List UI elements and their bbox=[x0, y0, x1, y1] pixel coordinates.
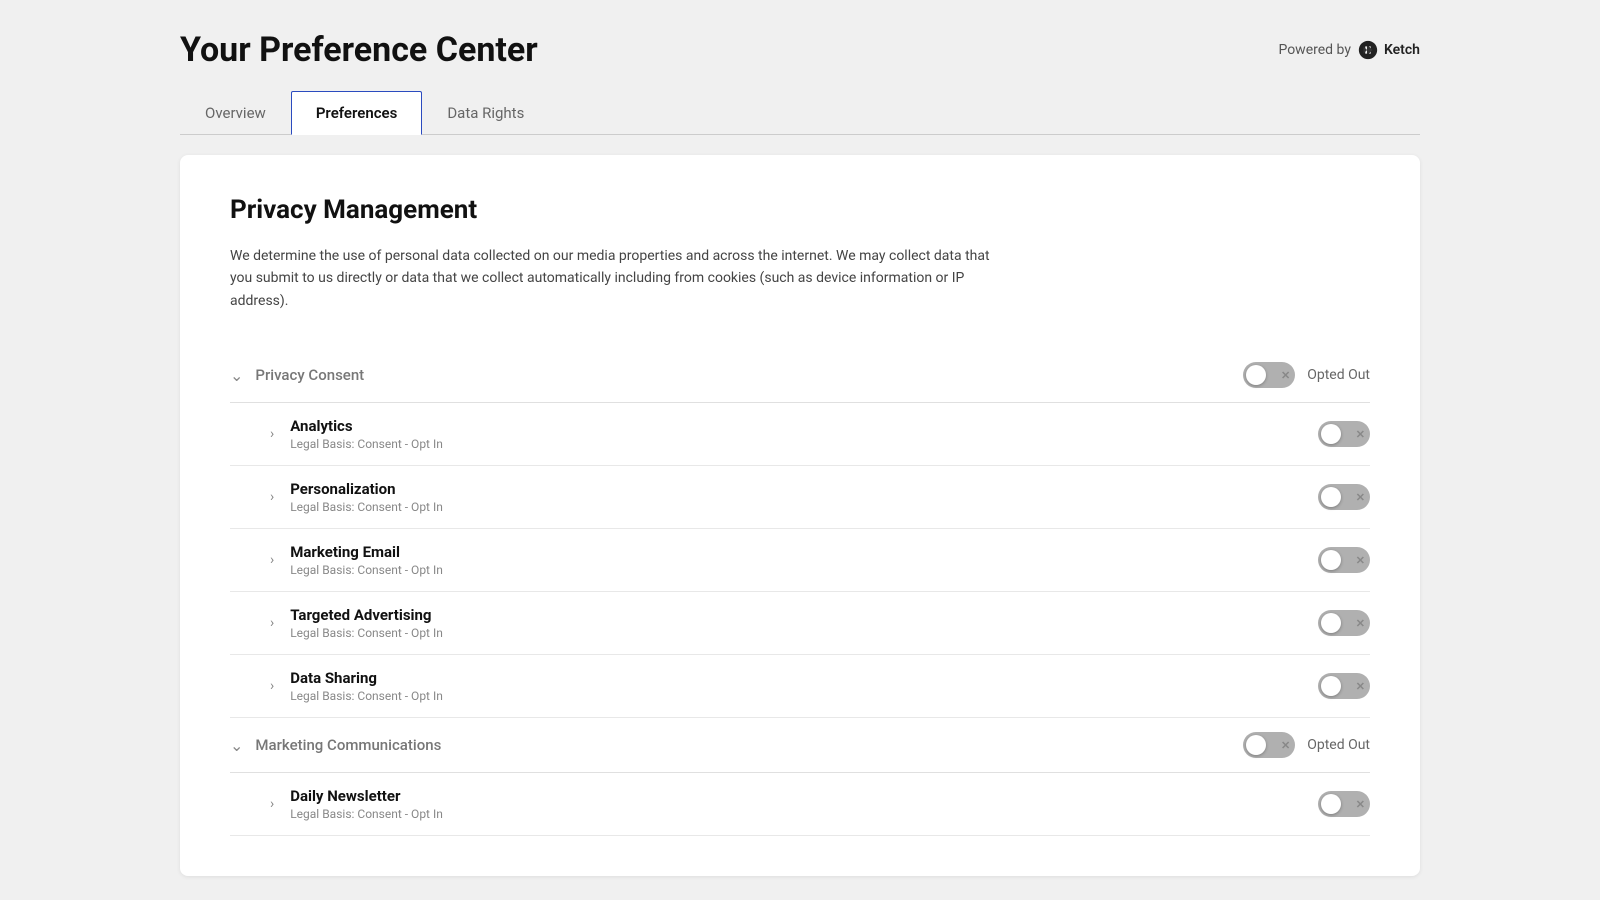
category-name-marketing-communications: Marketing Communications bbox=[255, 736, 441, 754]
chevron-right-icon[interactable]: › bbox=[270, 552, 274, 568]
item-subtitle-daily-newsletter: Legal Basis: Consent - Opt In bbox=[290, 807, 443, 821]
chevron-right-icon[interactable]: › bbox=[270, 678, 274, 694]
item-info: Personalization Legal Basis: Consent - O… bbox=[290, 480, 443, 514]
item-left: › Personalization Legal Basis: Consent -… bbox=[270, 480, 443, 514]
category-name-privacy-consent: Privacy Consent bbox=[255, 366, 364, 384]
toggle-track: ✕ bbox=[1318, 673, 1370, 699]
toggle-targeted-advertising[interactable]: ✕ bbox=[1318, 610, 1370, 636]
category-left: ⌄ Privacy Consent bbox=[230, 366, 364, 385]
item-subtitle-personalization: Legal Basis: Consent - Opt In bbox=[290, 500, 443, 514]
category-left: ⌄ Marketing Communications bbox=[230, 736, 441, 755]
content-card: Privacy Management We determine the use … bbox=[180, 155, 1420, 876]
toggle-thumb bbox=[1321, 676, 1341, 696]
item-name-targeted-advertising: Targeted Advertising bbox=[290, 606, 443, 624]
item-daily-newsletter: › Daily Newsletter Legal Basis: Consent … bbox=[230, 773, 1370, 836]
item-left: › Marketing Email Legal Basis: Consent -… bbox=[270, 543, 443, 577]
item-info: Marketing Email Legal Basis: Consent - O… bbox=[290, 543, 443, 577]
page-title: Your Preference Center bbox=[180, 30, 538, 70]
toggle-x-icon: ✕ bbox=[1356, 429, 1365, 440]
powered-by: Powered by Ketch bbox=[1278, 39, 1420, 61]
toggle-track: ✕ bbox=[1318, 547, 1370, 573]
item-subtitle-data-sharing: Legal Basis: Consent - Opt In bbox=[290, 689, 443, 703]
item-subtitle-analytics: Legal Basis: Consent - Opt In bbox=[290, 437, 443, 451]
toggle-x-icon: ✕ bbox=[1281, 370, 1290, 381]
item-name-daily-newsletter: Daily Newsletter bbox=[290, 787, 443, 805]
toggle-analytics[interactable]: ✕ bbox=[1318, 421, 1370, 447]
item-personalization: › Personalization Legal Basis: Consent -… bbox=[230, 466, 1370, 529]
chevron-right-icon[interactable]: › bbox=[270, 489, 274, 505]
toggle-marketing-communications[interactable]: ✕ bbox=[1243, 732, 1295, 758]
section-title: Privacy Management bbox=[230, 195, 1370, 225]
toggle-daily-newsletter[interactable]: ✕ bbox=[1318, 791, 1370, 817]
chevron-right-icon[interactable]: › bbox=[270, 796, 274, 812]
toggle-x-icon: ✕ bbox=[1356, 492, 1365, 503]
toggle-thumb bbox=[1321, 424, 1341, 444]
item-info: Data Sharing Legal Basis: Consent - Opt … bbox=[290, 669, 443, 703]
toggle-x-icon: ✕ bbox=[1281, 740, 1290, 751]
toggle-x-icon: ✕ bbox=[1356, 681, 1365, 692]
item-info: Analytics Legal Basis: Consent - Opt In bbox=[290, 417, 443, 451]
powered-by-text: Powered by bbox=[1278, 42, 1351, 58]
toggle-thumb bbox=[1246, 735, 1266, 755]
item-left: › Daily Newsletter Legal Basis: Consent … bbox=[270, 787, 443, 821]
opted-out-marketing-communications: Opted Out bbox=[1307, 737, 1370, 753]
ketch-logo: Ketch bbox=[1357, 39, 1420, 61]
item-marketing-email: › Marketing Email Legal Basis: Consent -… bbox=[230, 529, 1370, 592]
toggle-track: ✕ bbox=[1318, 791, 1370, 817]
toggle-marketing-email[interactable]: ✕ bbox=[1318, 547, 1370, 573]
tab-overview[interactable]: Overview bbox=[180, 91, 291, 135]
tab-data-rights[interactable]: Data Rights bbox=[422, 91, 549, 135]
toggle-x-icon: ✕ bbox=[1356, 618, 1365, 629]
item-left: › Targeted Advertising Legal Basis: Cons… bbox=[270, 606, 443, 640]
header: Your Preference Center Powered by Ketch bbox=[180, 0, 1420, 90]
item-name-marketing-email: Marketing Email bbox=[290, 543, 443, 561]
item-subtitle-targeted-advertising: Legal Basis: Consent - Opt In bbox=[290, 626, 443, 640]
category-right: ✕ Opted Out bbox=[1243, 362, 1370, 388]
toggle-thumb bbox=[1321, 794, 1341, 814]
ketch-label: Ketch bbox=[1384, 42, 1420, 58]
category-marketing-communications: ⌄ Marketing Communications ✕ Opted Out bbox=[230, 718, 1370, 773]
chevron-down-icon[interactable]: ⌄ bbox=[230, 736, 243, 755]
toggle-thumb bbox=[1321, 550, 1341, 570]
item-name-data-sharing: Data Sharing bbox=[290, 669, 443, 687]
toggle-track: ✕ bbox=[1318, 610, 1370, 636]
item-left: › Analytics Legal Basis: Consent - Opt I… bbox=[270, 417, 443, 451]
toggle-track: ✕ bbox=[1318, 484, 1370, 510]
toggle-privacy-consent[interactable]: ✕ bbox=[1243, 362, 1295, 388]
section-description: We determine the use of personal data co… bbox=[230, 245, 1010, 312]
toggle-track: ✕ bbox=[1243, 732, 1295, 758]
item-data-sharing: › Data Sharing Legal Basis: Consent - Op… bbox=[230, 655, 1370, 718]
chevron-right-icon[interactable]: › bbox=[270, 426, 274, 442]
toggle-track: ✕ bbox=[1318, 421, 1370, 447]
item-name-personalization: Personalization bbox=[290, 480, 443, 498]
toggle-x-icon: ✕ bbox=[1356, 555, 1365, 566]
toggle-x-icon: ✕ bbox=[1356, 799, 1365, 810]
toggle-personalization[interactable]: ✕ bbox=[1318, 484, 1370, 510]
item-subtitle-marketing-email: Legal Basis: Consent - Opt In bbox=[290, 563, 443, 577]
category-right: ✕ Opted Out bbox=[1243, 732, 1370, 758]
toggle-data-sharing[interactable]: ✕ bbox=[1318, 673, 1370, 699]
toggle-thumb bbox=[1321, 613, 1341, 633]
chevron-down-icon[interactable]: ⌄ bbox=[230, 366, 243, 385]
item-left: › Data Sharing Legal Basis: Consent - Op… bbox=[270, 669, 443, 703]
chevron-right-icon[interactable]: › bbox=[270, 615, 274, 631]
toggle-track: ✕ bbox=[1243, 362, 1295, 388]
item-analytics: › Analytics Legal Basis: Consent - Opt I… bbox=[230, 403, 1370, 466]
item-info: Targeted Advertising Legal Basis: Consen… bbox=[290, 606, 443, 640]
category-privacy-consent: ⌄ Privacy Consent ✕ Opted Out bbox=[230, 348, 1370, 403]
item-name-analytics: Analytics bbox=[290, 417, 443, 435]
tabs: Overview Preferences Data Rights bbox=[180, 90, 1420, 135]
ketch-icon bbox=[1357, 39, 1379, 61]
toggle-thumb bbox=[1321, 487, 1341, 507]
item-info: Daily Newsletter Legal Basis: Consent - … bbox=[290, 787, 443, 821]
opted-out-privacy-consent: Opted Out bbox=[1307, 367, 1370, 383]
tab-preferences[interactable]: Preferences bbox=[291, 91, 423, 135]
toggle-thumb bbox=[1246, 365, 1266, 385]
item-targeted-advertising: › Targeted Advertising Legal Basis: Cons… bbox=[230, 592, 1370, 655]
